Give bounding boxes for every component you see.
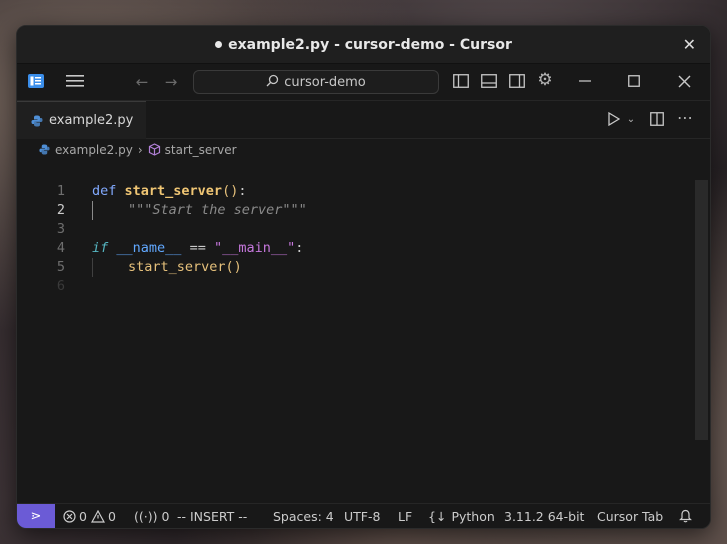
settings-gear-icon[interactable]: ⚙ <box>536 70 554 90</box>
error-count: 0 <box>79 508 87 524</box>
toggle-panel-icon[interactable] <box>481 73 497 89</box>
search-text: cursor-demo <box>284 74 366 90</box>
cursor-logo-icon[interactable] <box>27 72 45 90</box>
broadcast-icon: ((·)) <box>134 508 158 524</box>
minimize-icon[interactable] <box>577 73 593 89</box>
problems-indicator[interactable]: 0 0 <box>63 504 116 528</box>
symbol-method-icon <box>148 143 161 156</box>
menu-icon[interactable] <box>66 72 84 90</box>
arrow-left-icon[interactable]: ← <box>133 73 151 91</box>
toolbar: ← → cursor-demo ⚙ <box>17 64 710 101</box>
ports-indicator[interactable]: ((·)) 0 <box>134 504 169 528</box>
tab-example2-py[interactable]: example2.py <box>17 101 146 139</box>
editor-scrollbar[interactable] <box>695 180 708 440</box>
breadcrumb-symbol[interactable]: start_server <box>165 143 237 157</box>
line-number: 1 <box>56 183 65 199</box>
code-line[interactable]: 3 <box>17 220 693 239</box>
warning-count: 0 <box>107 508 116 524</box>
code-line[interactable]: 4 if __name__ == "__main__": <box>17 239 693 258</box>
tab-label: example2.py <box>49 113 134 128</box>
split-editor-icon[interactable] <box>649 111 665 127</box>
chevron-right-icon: › <box>137 142 143 157</box>
code-line-active[interactable]: 2 """Start the server""" <box>17 201 693 220</box>
run-dropdown-chevron-icon[interactable]: ⌄ <box>625 112 637 126</box>
maximize-icon[interactable] <box>626 73 642 89</box>
ports-count: 0 <box>161 508 170 524</box>
window-title: example2.py - cursor-demo - Cursor <box>228 36 512 53</box>
breadcrumb: example2.py › start_server <box>17 139 710 160</box>
python-braces-icon: {↓ <box>428 508 447 524</box>
code-line[interactable]: 6 <box>17 277 693 296</box>
title-bar: example2.py - cursor-demo - Cursor ✕ <box>17 26 710 64</box>
indentation-setting[interactable]: Spaces: 4 <box>273 504 334 528</box>
run-icon[interactable] <box>606 111 622 127</box>
code-text: start_server() <box>128 259 242 275</box>
line-number: 4 <box>56 240 65 256</box>
close-icon[interactable] <box>676 73 692 89</box>
eol-setting[interactable]: LF <box>398 504 412 528</box>
code-line[interactable]: 1 def start_server(): <box>17 182 693 201</box>
status-bar: ⋗ 0 0 ((·)) 0 -- INSERT -- Spaces: 4 UTF… <box>17 503 710 528</box>
line-number: 3 <box>56 221 65 237</box>
code-editor[interactable]: 1 def start_server(): 2 """Start the ser… <box>17 180 710 501</box>
language-label: Python <box>451 508 495 524</box>
indent-guide <box>92 258 93 277</box>
command-center-search[interactable]: cursor-demo <box>193 70 439 94</box>
unsaved-dot-icon <box>215 41 223 48</box>
encoding-setting[interactable]: UTF-8 <box>344 504 380 528</box>
cursor-window: example2.py - cursor-demo - Cursor ✕ ← →… <box>16 25 711 529</box>
python-interpreter[interactable]: 3.11.2 64-bit <box>504 504 584 528</box>
python-file-icon <box>39 144 50 155</box>
arrow-right-icon[interactable]: → <box>162 73 180 91</box>
cursor-tab-toggle[interactable]: Cursor Tab <box>597 504 663 528</box>
remote-icon: ⋗ <box>30 508 42 524</box>
search-icon <box>266 74 279 91</box>
toggle-primary-sidebar-icon[interactable] <box>453 73 469 89</box>
code-text: def start_server(): <box>92 183 247 199</box>
line-number: 6 <box>56 278 65 294</box>
more-actions-icon[interactable]: ⋯ <box>676 108 694 127</box>
line-number: 5 <box>56 259 65 275</box>
vim-mode: -- INSERT -- <box>177 508 248 524</box>
bell-icon[interactable] <box>679 504 692 528</box>
close-window-button[interactable]: ✕ <box>683 35 696 54</box>
warning-icon <box>90 509 105 523</box>
python-file-icon <box>31 115 43 127</box>
line-number: 2 <box>56 202 65 218</box>
breadcrumb-file[interactable]: example2.py <box>55 143 133 157</box>
indent-guide <box>92 201 93 220</box>
error-icon <box>63 509 76 523</box>
code-line[interactable]: 5 start_server() <box>17 258 693 277</box>
remote-button[interactable]: ⋗ <box>17 504 55 528</box>
code-text: """Start the server""" <box>128 202 307 218</box>
toggle-secondary-sidebar-icon[interactable] <box>509 73 525 89</box>
code-text: if __name__ == "__main__": <box>92 240 304 256</box>
language-mode[interactable]: {↓ Python <box>428 504 495 528</box>
editor-tab-bar: example2.py ⌄ ⋯ <box>17 101 710 139</box>
